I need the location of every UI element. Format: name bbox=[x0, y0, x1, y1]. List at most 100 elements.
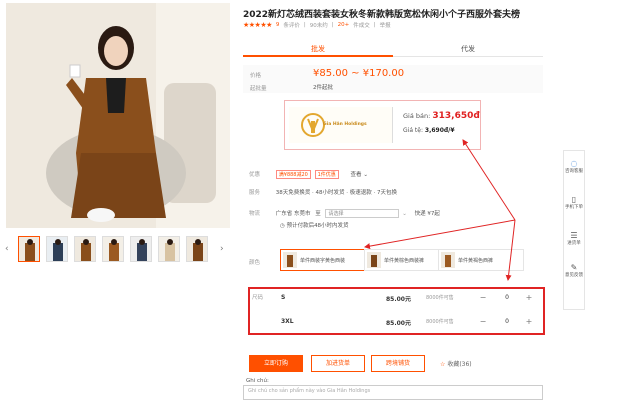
note-placeholder: Ghi chú cho sản phẩm này vào Gia Hân Hol… bbox=[248, 388, 371, 394]
toolbar-feedback[interactable]: ✎ 意见反馈 bbox=[564, 263, 584, 278]
logo-text: Gia Hân Holdings bbox=[323, 122, 367, 127]
size-price: 85.00元 bbox=[386, 320, 411, 327]
report-link[interactable]: 举报 bbox=[380, 21, 391, 29]
price-panel: 价格 ¥85.00 ~ ¥170.00 起批量 2件起批 bbox=[243, 65, 543, 93]
color-swatch bbox=[283, 252, 297, 268]
thumbnail[interactable] bbox=[18, 236, 40, 262]
chevron-left-icon[interactable]: ‹ bbox=[5, 244, 9, 254]
logistics-label: 物流 bbox=[249, 211, 261, 217]
promotion-tag[interactable]: 满¥888减20 bbox=[275, 170, 311, 179]
size-row: 3XL 85.00元 8000件可售 − 0 + bbox=[250, 313, 543, 333]
review-label[interactable]: 条评价 bbox=[283, 21, 300, 29]
review-count: 9 bbox=[275, 22, 280, 28]
more-link[interactable]: 查看 bbox=[351, 172, 362, 178]
order-now-button[interactable]: 立即订购 bbox=[249, 355, 303, 372]
thumbnail[interactable] bbox=[186, 236, 208, 262]
thumbnail[interactable] bbox=[74, 236, 96, 262]
quantity-value[interactable]: 0 bbox=[500, 318, 514, 325]
buyers-count: 90未约 bbox=[309, 23, 328, 29]
size-row: S 85.00元 8000件可售 − 0 + bbox=[250, 289, 543, 309]
right-toolbar: ◌ 咨询客服 ▯ 手机下单 ☰ 进货单 ✎ 意见反馈 bbox=[563, 150, 585, 310]
list-icon: ☰ bbox=[570, 231, 578, 240]
toolbar-label: 进货单 bbox=[567, 241, 581, 246]
star-icon: ☆ bbox=[440, 361, 446, 368]
service-row: 服务 38天免费换货 · 48小时发货 · 极速退款 · 7天包换 bbox=[249, 188, 397, 196]
price-range: ¥85.00 ~ ¥170.00 bbox=[313, 68, 405, 79]
size-stock: 8000件可售 bbox=[426, 319, 454, 325]
model-photo bbox=[6, 3, 230, 228]
sell-price: Giá bán: 313,650đ bbox=[403, 111, 480, 121]
chevron-down-icon[interactable]: ⌄ bbox=[363, 172, 368, 178]
thumbnail[interactable] bbox=[46, 236, 68, 262]
service-value: 38天免费换货 · 48小时发货 · 极速退款 · 7天包换 bbox=[275, 190, 397, 196]
sell-price-value: 313,650đ bbox=[432, 111, 480, 121]
color-swatch bbox=[367, 252, 381, 268]
minus-icon[interactable]: − bbox=[478, 292, 488, 305]
quantity-stepper: − 0 + bbox=[478, 316, 536, 329]
arrow-to-price bbox=[462, 139, 516, 221]
note-input[interactable]: Ghi chú cho sản phẩm này vào Gia Hân Hol… bbox=[243, 385, 543, 400]
chevron-right-icon[interactable]: › bbox=[220, 244, 224, 254]
freight-value: 快递 ¥7起 bbox=[414, 211, 440, 217]
thumbnail-strip: ‹ › bbox=[2, 234, 232, 264]
plus-icon[interactable]: + bbox=[524, 292, 534, 305]
chevron-down-icon[interactable]: ⌄ bbox=[402, 211, 407, 217]
destination-select[interactable]: 请选择 bbox=[324, 209, 399, 218]
minus-icon[interactable]: − bbox=[478, 316, 488, 329]
chat-icon: ◌ bbox=[570, 159, 578, 168]
toolbar-chat[interactable]: ◌ 咨询客服 bbox=[564, 159, 584, 174]
color-option-label: 单件黄褐色西裤 bbox=[458, 258, 494, 264]
toolbar-label: 手机下单 bbox=[565, 205, 583, 210]
size-name: 3XL bbox=[281, 318, 294, 325]
plus-icon[interactable]: + bbox=[524, 316, 534, 329]
sales-count: 20+ bbox=[337, 22, 350, 28]
size-stock: 8000件可售 bbox=[426, 295, 454, 301]
edit-icon: ✎ bbox=[570, 263, 578, 272]
arrow-to-color bbox=[364, 219, 516, 250]
toolbar-label: 咨询客服 bbox=[565, 169, 583, 174]
separator: | bbox=[331, 22, 334, 28]
quantity-value[interactable]: 0 bbox=[500, 294, 514, 301]
purchase-mode-tabs: 批发 代发 bbox=[243, 41, 543, 57]
color-option[interactable]: 单件西装字黄色西装 bbox=[280, 249, 366, 271]
toolbar-label: 意见反馈 bbox=[565, 273, 583, 278]
exchange-rate-box: Gia Hân Holdings Giá bán: 313,650đ Giá t… bbox=[284, 100, 481, 150]
tab-wholesale[interactable]: 批发 bbox=[243, 41, 393, 57]
min-order-value: 2件起批 bbox=[313, 85, 333, 91]
color-options: 单件西装字黄色西装 单件黄棕色西装裤 单件黄褐色西裤 bbox=[248, 248, 548, 276]
logistics-row: 物流 广东省 东莞市 至 请选择 ⌄ 快递 ¥7起 bbox=[249, 209, 440, 218]
sell-price-label: Giá bán: bbox=[403, 112, 431, 120]
promotion-row: 优惠 满¥888减20 1件优惠 查看 ⌄ bbox=[249, 170, 368, 179]
price-label: 价格 bbox=[250, 73, 262, 79]
toolbar-cart[interactable]: ☰ 进货单 bbox=[564, 231, 584, 246]
exchange-rate-value: 3,690đ/¥ bbox=[424, 127, 455, 134]
delivery-row: ◷ 预计付款后48小时内发货 bbox=[280, 221, 349, 229]
dropship-button[interactable]: 跨境铺货 bbox=[371, 355, 425, 372]
color-option[interactable]: 单件黄褐色西裤 bbox=[438, 249, 524, 271]
quantity-stepper: − 0 + bbox=[478, 292, 536, 305]
size-name: S bbox=[281, 294, 286, 301]
product-main-image[interactable] bbox=[6, 3, 230, 228]
color-option-label: 单件黄棕色西装裤 bbox=[384, 258, 425, 264]
promotion-tag[interactable]: 1件优惠 bbox=[314, 170, 339, 179]
favorite-link[interactable]: ☆ 收藏(36) bbox=[440, 359, 472, 368]
ship-to-prefix: 至 bbox=[315, 211, 321, 217]
favorite-label: 收藏(36) bbox=[447, 361, 472, 368]
promotion-label: 优惠 bbox=[249, 172, 261, 178]
exchange-rate: Giá tệ: 3,690đ/¥ bbox=[403, 127, 455, 134]
thumbnail[interactable] bbox=[158, 236, 180, 262]
destination-placeholder: 请选择 bbox=[328, 211, 344, 217]
service-label: 服务 bbox=[249, 190, 261, 196]
add-to-cart-button[interactable]: 加进货单 bbox=[311, 355, 365, 372]
tab-dropship[interactable]: 代发 bbox=[393, 41, 543, 57]
exchange-rate-label: Giá tệ: bbox=[403, 127, 423, 134]
note-label: Ghi chú: bbox=[246, 378, 269, 384]
clock-icon: ◷ bbox=[280, 223, 285, 229]
thumbnail[interactable] bbox=[102, 236, 124, 262]
ship-from: 广东省 东莞市 bbox=[275, 211, 311, 217]
phone-icon: ▯ bbox=[571, 195, 577, 204]
separator: | bbox=[373, 22, 376, 28]
toolbar-mobile[interactable]: ▯ 手机下单 bbox=[564, 195, 584, 210]
product-meta: ★★★★★ 9 条评价 | 90未约 | 20+ 件成交 | 举报 bbox=[243, 21, 391, 29]
thumbnail[interactable] bbox=[130, 236, 152, 262]
